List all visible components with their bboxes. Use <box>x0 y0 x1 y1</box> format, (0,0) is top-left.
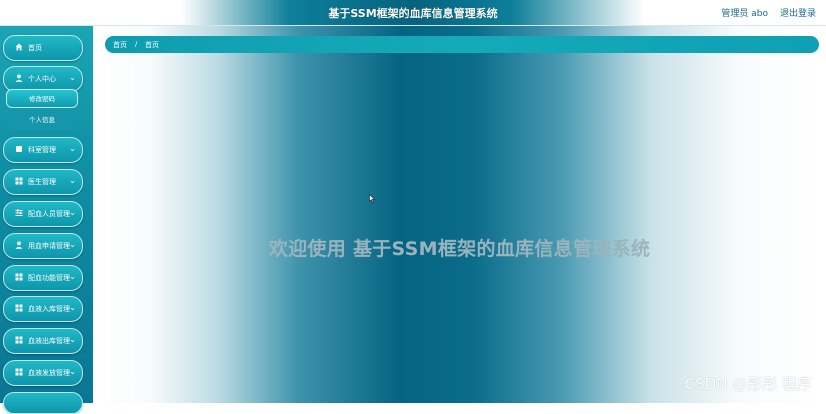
sidebar-item-label: 配血人员管理 <box>28 210 70 218</box>
app-title: 基于SSM框架的血库信息管理系统 <box>328 7 498 20</box>
sidebar-item-blood-outbound[interactable]: 血液出库管理 ⌄ <box>3 328 83 354</box>
sidebar-item-label: 医生管理 <box>28 178 56 186</box>
chevron-down-icon: ⌄ <box>69 208 76 217</box>
sidebar-item-label: 血液出库管理 <box>28 337 70 345</box>
main-content: 首页 / 首页 欢迎使用 基于SSM框架的血库信息管理系统 <box>93 26 826 403</box>
profile-submenu: 修改密码 个人信息 <box>6 89 78 131</box>
box-icon <box>15 145 23 154</box>
sliders-icon <box>15 209 23 218</box>
user-icon <box>15 241 23 250</box>
top-header: 基于SSM框架的血库信息管理系统 管理员 abo 退出登录 <box>0 0 826 26</box>
chevron-down-icon: ⌄ <box>69 335 76 344</box>
grid-icon <box>15 336 23 345</box>
chevron-down-icon: ⌄ <box>69 73 76 82</box>
watermark: CSDN @彤彤 程序 <box>684 375 812 393</box>
chevron-down-icon: ⌄ <box>69 272 76 281</box>
sidebar: 首页 个人中心 ⌄ 修改密码 个人信息 科室管理 ⌄ 医生管理 ⌄ 配血人员管理… <box>0 26 93 414</box>
grid-icon <box>15 304 23 313</box>
welcome-message: 欢迎使用 基于SSM框架的血库信息管理系统 <box>268 238 651 260</box>
chevron-down-icon: ⌄ <box>69 303 76 312</box>
breadcrumb-separator: / <box>135 40 138 48</box>
user-icon <box>15 74 23 83</box>
chevron-down-icon: ⌄ <box>69 240 76 249</box>
sidebar-item-label: 个人中心 <box>28 75 56 83</box>
chevron-down-icon: ⌄ <box>69 176 76 185</box>
home-icon <box>15 43 23 52</box>
sidebar-item-department[interactable]: 科室管理 ⌄ <box>3 137 83 163</box>
breadcrumb-home-link[interactable]: 首页 <box>113 40 127 50</box>
sidebar-item-more[interactable] <box>3 392 83 414</box>
sidebar-item-blood-matching[interactable]: 配血功能管理 ⌄ <box>3 265 83 291</box>
sidebar-item-blood-matching-staff[interactable]: 配血人员管理 ⌄ <box>3 201 83 227</box>
grid-icon <box>15 273 23 282</box>
submenu-item-personal-info[interactable]: 个人信息 <box>6 111 78 130</box>
grid-icon <box>15 177 23 186</box>
sidebar-item-label: 用血申请管理 <box>28 242 70 250</box>
chevron-down-icon: ⌄ <box>69 367 76 376</box>
grid-icon <box>15 368 23 377</box>
sidebar-item-home[interactable]: 首页 <box>3 35 83 61</box>
sidebar-item-blood-distribution[interactable]: 血液发放管理 ⌄ <box>3 360 83 386</box>
breadcrumb-current: 首页 <box>145 41 159 49</box>
sidebar-item-doctor[interactable]: 医生管理 ⌄ <box>3 169 83 195</box>
sidebar-item-label: 血液发放管理 <box>28 369 70 377</box>
breadcrumb: 首页 / 首页 <box>105 36 819 53</box>
sidebar-item-label: 科室管理 <box>28 146 56 154</box>
chevron-down-icon: ⌄ <box>69 144 76 153</box>
submenu-item-change-password[interactable]: 修改密码 <box>6 89 78 108</box>
sidebar-item-blood-inbound[interactable]: 血液入库管理 ⌄ <box>3 296 83 322</box>
sidebar-item-label: 首页 <box>28 44 42 52</box>
current-user: 管理员 abo <box>721 9 768 19</box>
mouse-pointer-icon <box>369 188 376 203</box>
logout-link[interactable]: 退出登录 <box>780 6 816 19</box>
sidebar-item-blood-request[interactable]: 用血申请管理 ⌄ <box>3 233 83 259</box>
sidebar-item-label: 血液入库管理 <box>28 305 70 313</box>
sidebar-item-label: 配血功能管理 <box>28 274 70 282</box>
